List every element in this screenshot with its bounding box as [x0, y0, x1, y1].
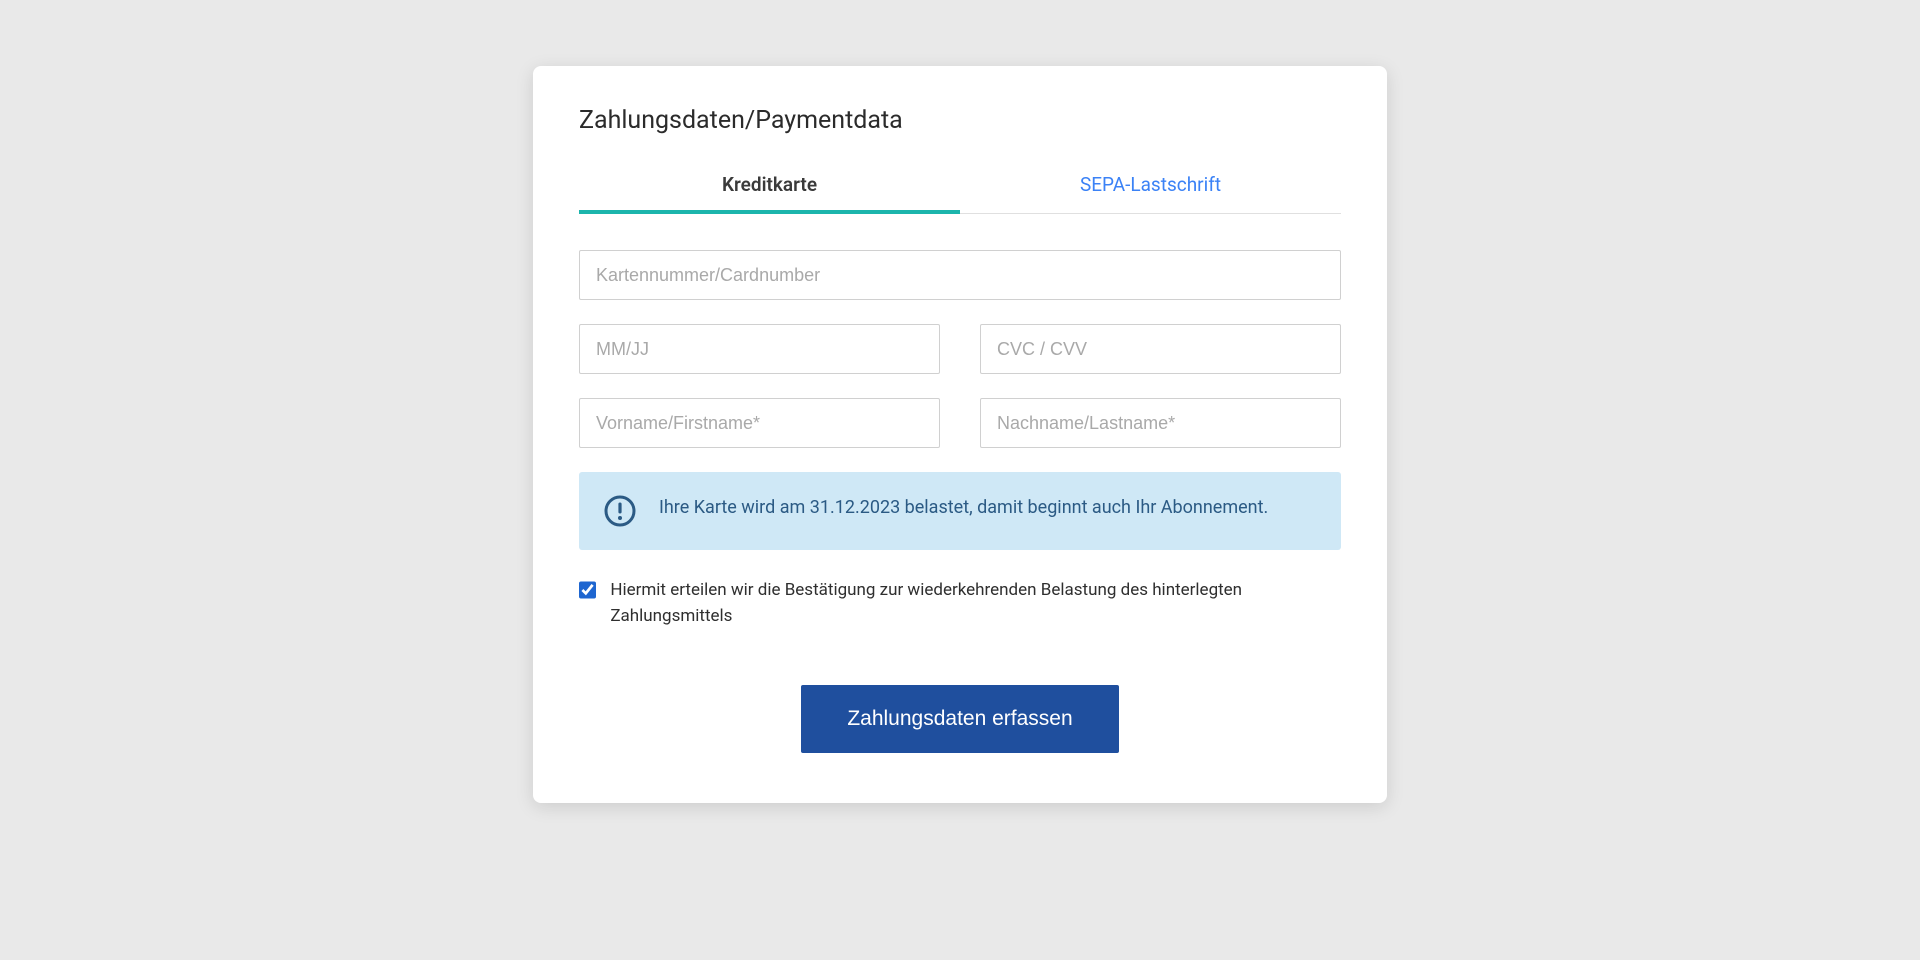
tab-credit-card[interactable]: Kreditkarte — [579, 163, 960, 214]
submit-wrap: Zahlungsdaten erfassen — [579, 685, 1341, 753]
consent-label[interactable]: Hiermit erteilen wir die Bestätigung zur… — [610, 578, 1341, 629]
expiry-input[interactable] — [579, 324, 940, 374]
charge-info-text: Ihre Karte wird am 31.12.2023 belastet, … — [659, 494, 1268, 521]
row-expiry-cvc — [579, 324, 1341, 374]
consent-checkbox[interactable] — [579, 581, 596, 599]
card-number-input[interactable] — [579, 250, 1341, 300]
firstname-input[interactable] — [579, 398, 940, 448]
row-card-number — [579, 250, 1341, 300]
payment-card: Zahlungsdaten/Paymentdata Kreditkarte SE… — [533, 66, 1387, 803]
cvc-input[interactable] — [980, 324, 1341, 374]
lastname-input[interactable] — [980, 398, 1341, 448]
card-title: Zahlungsdaten/Paymentdata — [579, 106, 1341, 135]
payment-method-tabs: Kreditkarte SEPA-Lastschrift — [579, 163, 1341, 214]
consent-row: Hiermit erteilen wir die Bestätigung zur… — [579, 578, 1341, 629]
charge-info-box: Ihre Karte wird am 31.12.2023 belastet, … — [579, 472, 1341, 550]
row-name — [579, 398, 1341, 448]
tab-sepa[interactable]: SEPA-Lastschrift — [960, 163, 1341, 213]
exclamation-circle-icon — [603, 494, 637, 528]
submit-button[interactable]: Zahlungsdaten erfassen — [801, 685, 1118, 753]
